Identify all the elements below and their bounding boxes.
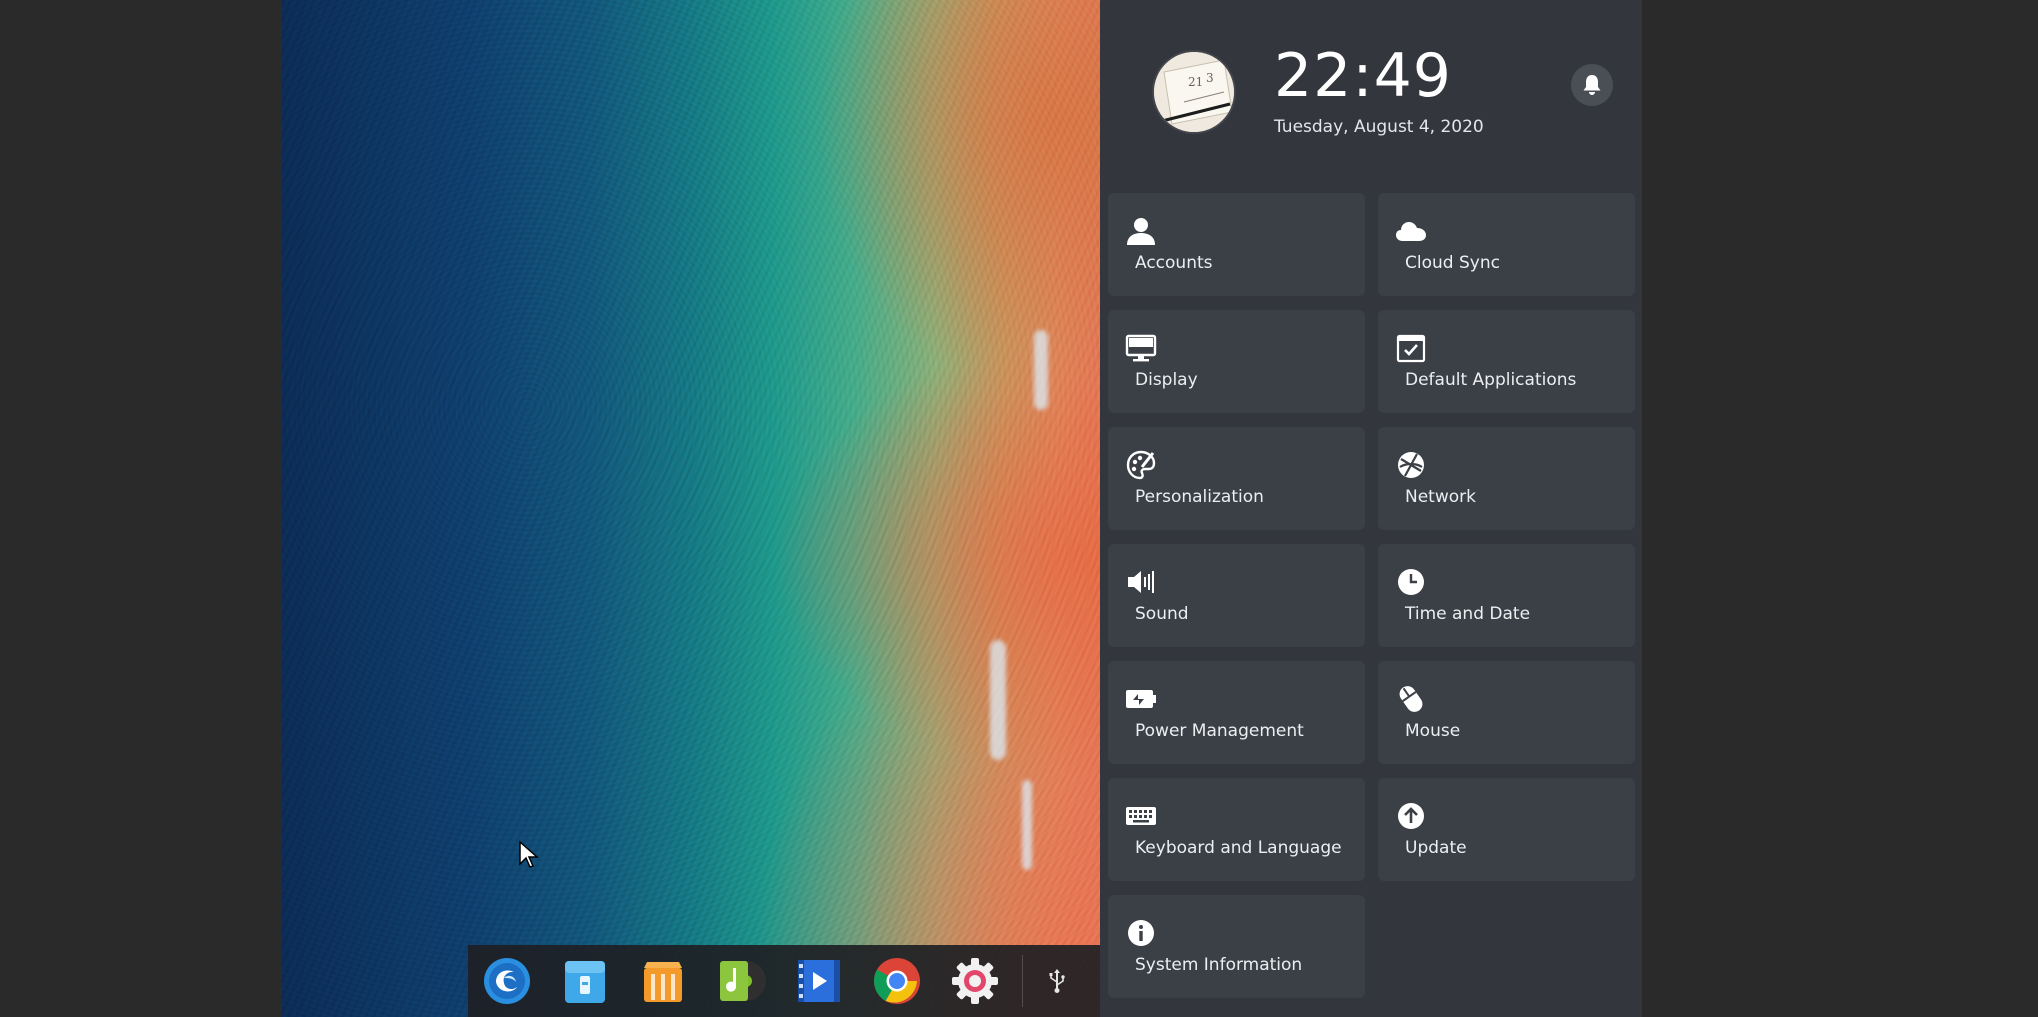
music-icon: [720, 961, 766, 1001]
update-arrow-icon: [1395, 800, 1427, 832]
tile-label: Display: [1135, 370, 1198, 390]
info-icon: [1125, 917, 1157, 949]
tile-time-and-date[interactable]: Time and Date: [1378, 544, 1635, 647]
svg-text:21: 21: [1188, 75, 1203, 89]
wallpaper-foam: [1034, 330, 1048, 410]
tile-label: Time and Date: [1405, 604, 1531, 624]
tile-power-management[interactable]: Power Management: [1108, 661, 1365, 764]
clock-date: Tuesday, August 4, 2020: [1274, 117, 1484, 137]
usb-icon: [1049, 969, 1065, 993]
chrome-icon: [874, 958, 920, 1004]
dock-item-file-manager[interactable]: [546, 945, 624, 1017]
tile-mouse[interactable]: Mouse: [1378, 661, 1635, 764]
palette-icon: [1125, 449, 1157, 481]
app-store-icon: [644, 962, 682, 1002]
tile-label: Cloud Sync: [1405, 253, 1500, 273]
tile-label: Mouse: [1405, 721, 1461, 741]
network-globe-icon: [1395, 449, 1427, 481]
battery-icon: [1125, 683, 1157, 715]
file-manager-icon: [565, 961, 605, 1003]
mouse-icon: [1395, 683, 1427, 715]
tile-update[interactable]: Update: [1378, 778, 1635, 881]
bell-icon: [1583, 75, 1601, 95]
desktop-wallpaper: [282, 0, 1100, 1017]
svg-text:3: 3: [1206, 71, 1214, 85]
tile-label: Default Applications: [1405, 370, 1577, 390]
user-icon: [1125, 215, 1157, 247]
dock: [468, 945, 1100, 1017]
tile-default-applications[interactable]: Default Applications: [1378, 310, 1635, 413]
movie-icon: [798, 960, 840, 1002]
tile-personalization[interactable]: Personalization: [1108, 427, 1365, 530]
tile-label: Personalization: [1135, 487, 1264, 507]
keyboard-icon: [1125, 800, 1157, 832]
wallpaper-foam: [1022, 780, 1032, 870]
dock-item-chrome[interactable]: [858, 945, 936, 1017]
tile-label: Update: [1405, 838, 1467, 858]
tile-cloud-sync[interactable]: Cloud Sync: [1378, 193, 1635, 296]
screen: 21 3 22:49 Tuesday, August 4, 2020 Accou…: [0, 0, 2038, 1017]
dock-item-control-center[interactable]: [936, 945, 1014, 1017]
tile-label: Keyboard and Language: [1135, 838, 1342, 858]
wallpaper-texture: [282, 0, 1100, 1017]
dock-item-app-store[interactable]: [624, 945, 702, 1017]
tile-label: Sound: [1135, 604, 1189, 624]
tile-network[interactable]: Network: [1378, 427, 1635, 530]
dock-separator: [1022, 955, 1023, 1007]
tile-display[interactable]: Display: [1108, 310, 1365, 413]
tile-system-information[interactable]: System Information: [1108, 895, 1365, 998]
tray-item-usb[interactable]: [1031, 945, 1083, 1017]
speaker-icon: [1125, 566, 1157, 598]
dock-item-launcher[interactable]: [468, 945, 546, 1017]
settings-gear-icon: [952, 958, 998, 1004]
tile-label: Power Management: [1135, 721, 1304, 741]
tile-label: System Information: [1135, 955, 1303, 975]
tile-accounts[interactable]: Accounts: [1108, 193, 1365, 296]
clock-icon: [1395, 566, 1427, 598]
deepin-launcher-icon: [484, 958, 530, 1004]
tile-label: Network: [1405, 487, 1476, 507]
default-apps-icon: [1395, 332, 1427, 364]
monitor-icon: [1125, 332, 1157, 364]
cloud-icon: [1395, 215, 1427, 247]
tile-label: Accounts: [1135, 253, 1213, 273]
dock-item-music[interactable]: [702, 945, 780, 1017]
tile-sound[interactable]: Sound: [1108, 544, 1365, 647]
notifications-button[interactable]: [1571, 64, 1613, 106]
user-avatar[interactable]: 21 3: [1154, 52, 1234, 132]
wallpaper-foam: [990, 640, 1006, 760]
clock-time: 22:49: [1274, 41, 1452, 111]
mouse-pointer-icon: [519, 840, 539, 868]
tile-keyboard-and-language[interactable]: Keyboard and Language: [1108, 778, 1365, 881]
avatar-image: 21 3: [1154, 52, 1234, 132]
dock-item-movie[interactable]: [780, 945, 858, 1017]
